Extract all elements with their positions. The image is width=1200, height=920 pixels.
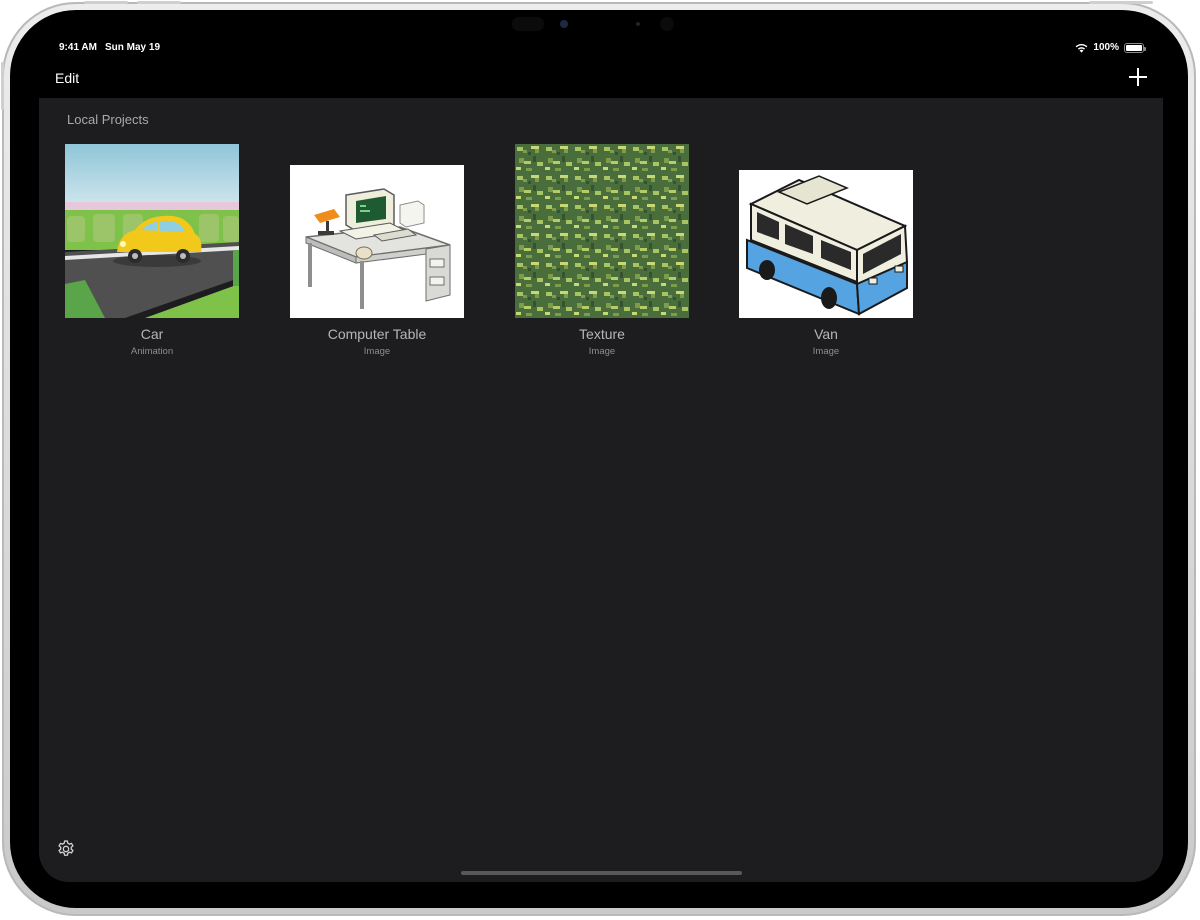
thumbnail-container bbox=[739, 144, 913, 318]
thumbnail-container bbox=[65, 144, 239, 318]
project-thumbnail[interactable] bbox=[739, 170, 913, 318]
top-button bbox=[1089, 1, 1153, 4]
project-name: Computer Table bbox=[327, 326, 427, 342]
project-type: Image bbox=[588, 346, 616, 357]
project-type: Animation bbox=[130, 346, 174, 357]
car-thumbnail-image bbox=[65, 144, 239, 318]
navigation-bar: Edit bbox=[39, 62, 1163, 98]
wifi-icon bbox=[1076, 43, 1088, 53]
project-card-car[interactable]: Car Animation bbox=[65, 144, 239, 358]
project-type: Image bbox=[812, 346, 840, 357]
sensor bbox=[660, 17, 674, 31]
thumbnail-container bbox=[290, 144, 464, 318]
plus-icon[interactable] bbox=[1129, 68, 1147, 86]
texture-thumbnail-image bbox=[515, 144, 689, 318]
settings-gear-svg bbox=[58, 840, 74, 856]
project-type: Image bbox=[363, 346, 391, 357]
edit-button[interactable]: Edit bbox=[55, 70, 79, 86]
status-date: Sun May 19 bbox=[105, 42, 161, 53]
status-indicators: 100% bbox=[1075, 42, 1146, 53]
camera-lens-icon bbox=[560, 20, 568, 28]
project-name: Car bbox=[140, 326, 164, 342]
battery-percent: 100% bbox=[1093, 42, 1119, 53]
battery-level bbox=[1126, 44, 1142, 51]
sensor bbox=[512, 17, 544, 31]
section-title: Local Projects bbox=[67, 112, 149, 127]
van-thumbnail-image bbox=[746, 175, 909, 316]
volume-button bbox=[84, 1, 128, 4]
project-card-texture[interactable]: Texture Image bbox=[515, 144, 689, 358]
camera-array bbox=[512, 16, 692, 32]
sensor-dot bbox=[636, 22, 640, 26]
battery-nub bbox=[1144, 46, 1146, 51]
side-button bbox=[1, 62, 4, 110]
project-thumbnail[interactable] bbox=[65, 144, 239, 318]
projects-browser: Local Projects Car Animation Computer Ta… bbox=[39, 98, 1163, 882]
project-card-computer-table[interactable]: Computer Table Image bbox=[290, 144, 464, 358]
volume-button bbox=[137, 1, 181, 4]
computer-table-thumbnail-image bbox=[305, 188, 451, 309]
status-time: 9:41 AM bbox=[59, 42, 97, 53]
status-bar: 9:41 AM Sun May 19 100% bbox=[59, 42, 1146, 56]
gear-icon[interactable] bbox=[56, 839, 76, 859]
project-name: Van bbox=[814, 326, 838, 342]
project-thumbnail[interactable] bbox=[290, 165, 464, 318]
thumbnail-container bbox=[515, 144, 689, 318]
project-thumbnail[interactable] bbox=[515, 144, 689, 318]
home-indicator[interactable] bbox=[461, 871, 742, 875]
project-card-van[interactable]: Van Image bbox=[739, 144, 913, 358]
battery-icon bbox=[1124, 42, 1146, 53]
project-name: Texture bbox=[579, 326, 625, 342]
